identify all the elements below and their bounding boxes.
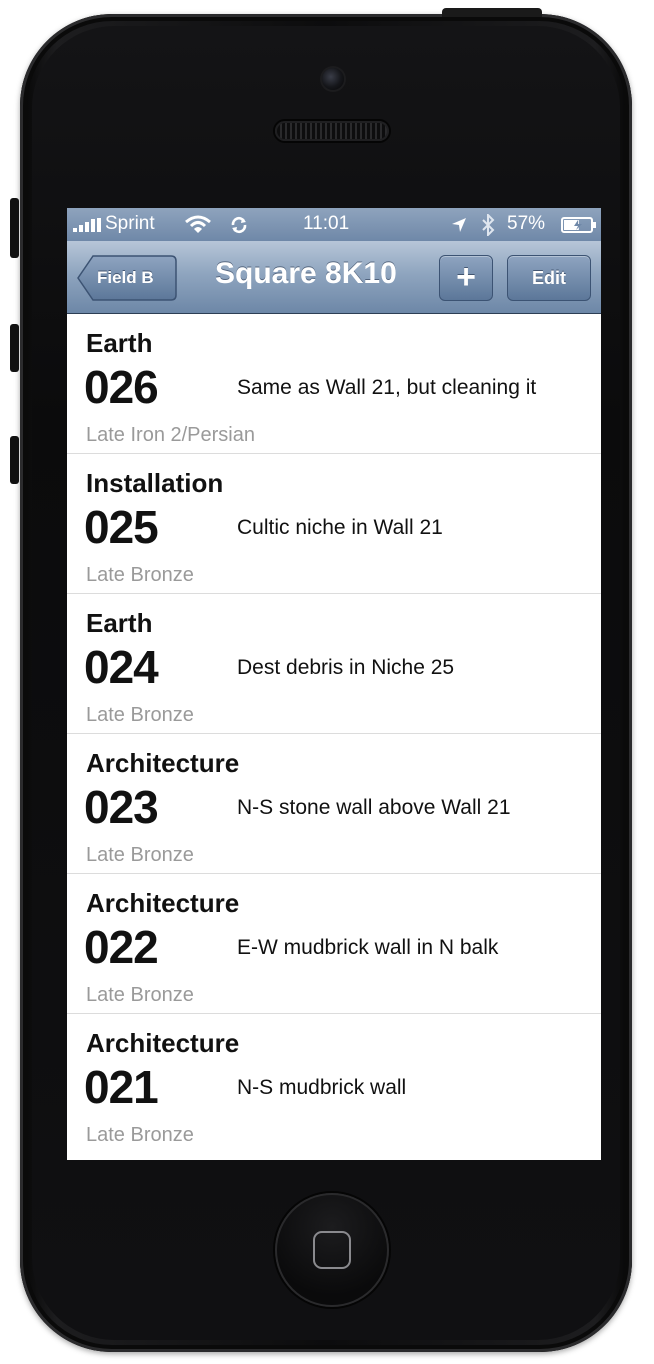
locus-number: 024	[84, 641, 159, 693]
page-title: Square 8K10	[215, 257, 397, 290]
earpiece-speaker	[275, 121, 389, 141]
locus-type: Installation	[86, 468, 224, 498]
locus-number: 025	[84, 501, 159, 553]
locus-description: Cultic niche in Wall 21	[237, 516, 443, 539]
list-item[interactable]: Installation 025 Cultic niche in Wall 21…	[67, 454, 601, 594]
locus-type: Earth	[86, 608, 153, 638]
locus-period: Late Bronze	[86, 1124, 194, 1146]
home-button[interactable]	[275, 1193, 389, 1307]
screen: Sprint 11:01 57% Field B Square 8K10 + E…	[67, 208, 601, 1160]
locus-period: Late Bronze	[86, 844, 194, 866]
home-square-icon	[313, 1231, 351, 1269]
locus-number: 021	[84, 1061, 159, 1113]
locus-number: 026	[84, 361, 159, 413]
list-item[interactable]: Earth 026 Same as Wall 21, but cleaning …	[67, 314, 601, 454]
list-item[interactable]: Earth 024 Dest debris in Niche 25 Late B…	[67, 594, 601, 734]
volume-down-button	[10, 436, 19, 484]
battery-percent: 57%	[507, 213, 546, 234]
list-item[interactable]: Architecture 022 E-W mudbrick wall in N …	[67, 874, 601, 1014]
locus-period: Late Bronze	[86, 984, 194, 1006]
locus-type: Architecture	[86, 888, 240, 918]
list-item[interactable]: Architecture 021 N-S mudbrick wall Late …	[67, 1014, 601, 1154]
status-bar: Sprint 11:01 57%	[67, 208, 601, 241]
list-item[interactable]: Architecture 023 N-S stone wall above Wa…	[67, 734, 601, 874]
signal-bars-icon	[73, 218, 101, 232]
locus-number: 022	[84, 921, 159, 973]
locus-description: Dest debris in Niche 25	[237, 656, 455, 679]
edit-button[interactable]: Edit	[507, 255, 591, 301]
locus-description: E-W mudbrick wall in N balk	[237, 936, 499, 959]
location-arrow-icon	[452, 218, 466, 232]
carrier-label: Sprint	[105, 213, 155, 234]
navigation-bar: Field B Square 8K10 + Edit	[67, 241, 601, 314]
locus-period: Late Bronze	[86, 704, 194, 726]
front-camera	[322, 68, 344, 90]
sleep-button	[442, 8, 542, 17]
volume-up-button	[10, 324, 19, 372]
time-label: 11:01	[303, 213, 350, 234]
locus-number: 023	[84, 781, 159, 833]
locus-type: Architecture	[86, 1028, 240, 1058]
locus-period: Late Bronze	[86, 564, 194, 586]
locus-description: Same as Wall 21, but cleaning it	[237, 376, 537, 399]
locus-description: N-S stone wall above Wall 21	[237, 796, 511, 819]
battery-icon	[561, 217, 596, 233]
locus-period: Late Iron 2/Persian	[86, 424, 255, 446]
bluetooth-icon	[482, 214, 495, 236]
sync-icon	[231, 216, 247, 234]
back-button-label: Field B	[97, 268, 154, 287]
mute-switch	[10, 198, 19, 258]
locus-type: Architecture	[86, 748, 240, 778]
locus-list: Earth 026 Same as Wall 21, but cleaning …	[67, 314, 601, 1154]
add-button[interactable]: +	[439, 255, 493, 301]
locus-description: N-S mudbrick wall	[237, 1076, 407, 1099]
locus-type: Earth	[86, 328, 153, 358]
wifi-icon	[185, 215, 211, 233]
